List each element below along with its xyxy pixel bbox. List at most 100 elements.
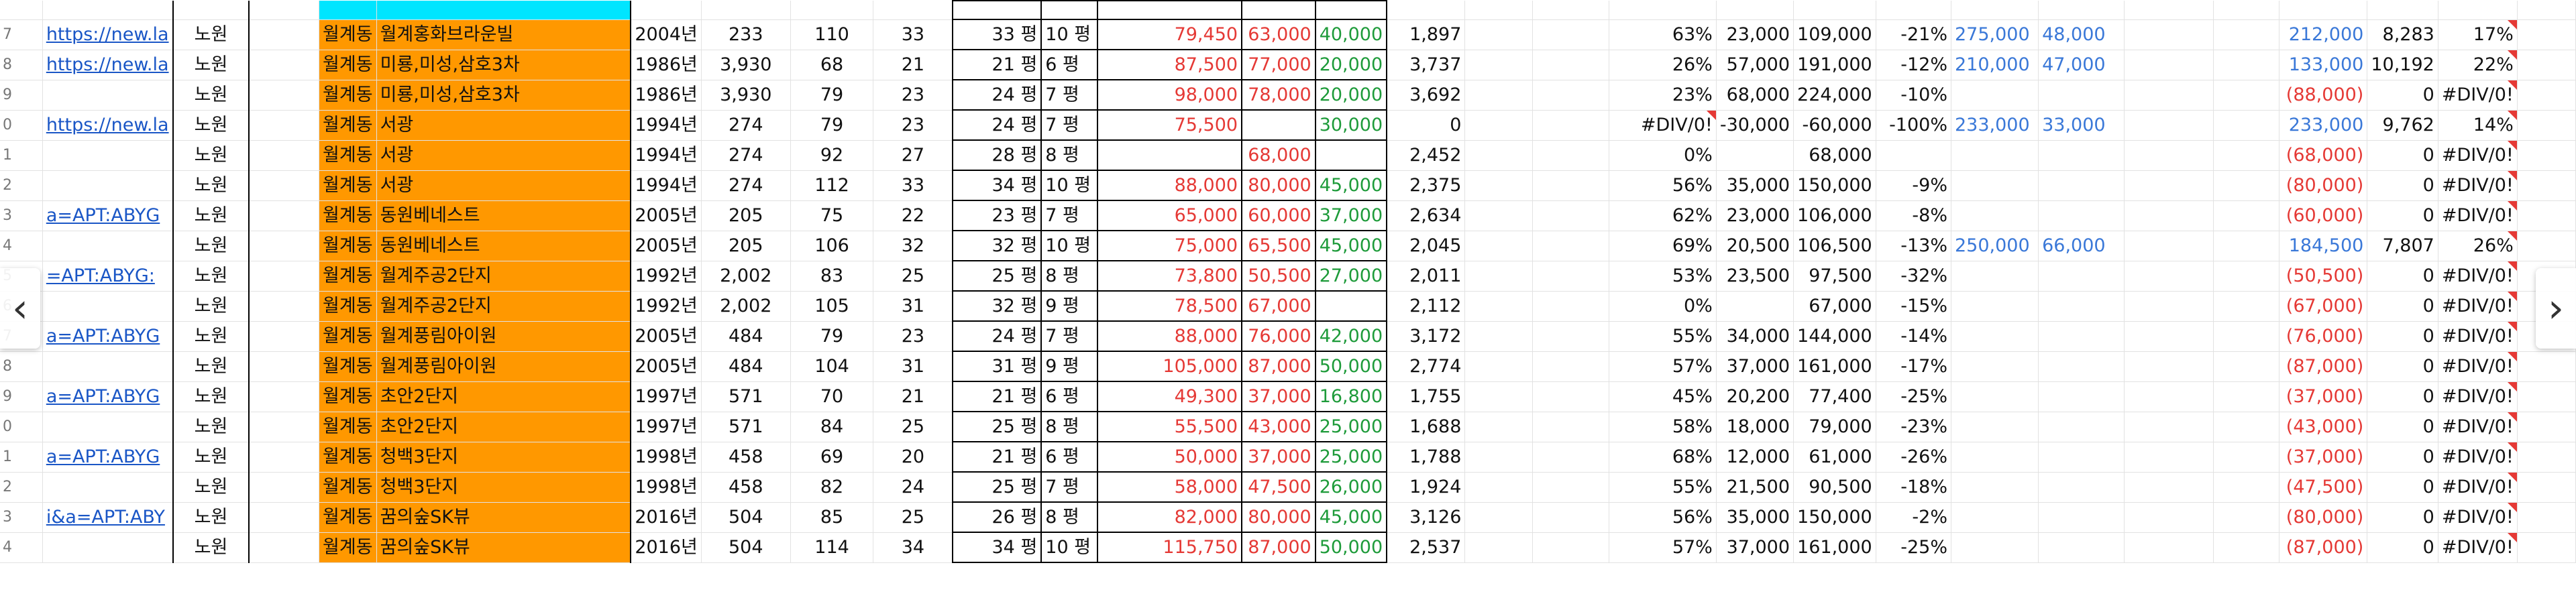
pyeong-diff-cell[interactable]: 8 평 xyxy=(1040,501,1098,533)
blue-value-cell[interactable] xyxy=(1951,351,2039,382)
yield-cell[interactable]: #DIV/0! xyxy=(2438,291,2518,322)
change-rate-cell[interactable]: -32% xyxy=(1876,261,1952,292)
empty-cell[interactable] xyxy=(1532,381,1609,412)
households-cell[interactable]: 205 xyxy=(701,231,791,261)
row-number[interactable]: 0 xyxy=(0,412,43,442)
year-built-cell[interactable]: 2005년 xyxy=(630,231,702,261)
year-built-cell[interactable]: 1998년 xyxy=(630,442,702,473)
households-cell[interactable]: 3,930 xyxy=(701,80,791,111)
pyeong-diff-cell[interactable]: 7 평 xyxy=(1040,200,1098,231)
empty-cell[interactable] xyxy=(2213,80,2279,111)
price-per-pyeong-cell[interactable]: 2,452 xyxy=(1387,140,1466,171)
price-per-pyeong-cell[interactable]: 3,126 xyxy=(1387,502,1466,533)
balance-cell[interactable]: (68,000) xyxy=(2279,140,2368,171)
blue-value2-cell[interactable] xyxy=(2038,140,2125,171)
blue-value2-cell[interactable] xyxy=(2038,412,2125,442)
empty-cell[interactable] xyxy=(2213,472,2279,503)
district-cell[interactable]: 노원 xyxy=(172,231,250,261)
sale-price-cell[interactable]: 73,800 xyxy=(1096,260,1243,292)
row-number[interactable]: 4 xyxy=(0,231,43,261)
low-price-cell[interactable]: 65,500 xyxy=(1241,230,1316,261)
yield-cell[interactable]: #DIV/0! xyxy=(2438,261,2518,292)
pyeong-cell[interactable]: 25 평 xyxy=(952,411,1042,442)
pyeong-diff-cell[interactable]: 6 평 xyxy=(1040,441,1098,473)
gap-cell[interactable] xyxy=(1716,291,1794,322)
price-per-pyeong-cell[interactable]: 3,737 xyxy=(1387,50,1466,80)
total-cell[interactable]: 106,500 xyxy=(1793,231,1876,261)
jeonse-price-cell[interactable] xyxy=(1314,0,1388,20)
empty-cell[interactable] xyxy=(2213,412,2279,442)
apartment-name-cell[interactable]: 꿈의숲SK뷰 xyxy=(376,502,631,533)
row-number[interactable] xyxy=(0,1,43,20)
pyeong-cell[interactable]: 24 평 xyxy=(952,79,1042,111)
link-cell[interactable] xyxy=(42,231,174,261)
balance-cell[interactable]: 184,500 xyxy=(2279,231,2368,261)
jeonse-price-cell[interactable]: 27,000 xyxy=(1314,260,1388,292)
size-sqm-cell[interactable]: 106 xyxy=(790,231,874,261)
sale-price-cell[interactable] xyxy=(1096,0,1243,20)
pyeong-diff-cell[interactable]: 6 평 xyxy=(1040,381,1098,412)
empty-cell[interactable] xyxy=(1532,231,1609,261)
dong-cell[interactable]: 월계동 xyxy=(319,50,377,80)
low-price-cell[interactable] xyxy=(1241,0,1316,20)
gap-cell[interactable]: 20,500 xyxy=(1716,231,1794,261)
empty-cell[interactable] xyxy=(1464,19,1533,50)
dong-cell[interactable]: 월계동 xyxy=(319,321,377,352)
blue-value-cell[interactable] xyxy=(1951,261,2039,292)
empty-cell[interactable] xyxy=(1532,200,1609,231)
pyeong-cell[interactable]: 23 평 xyxy=(952,200,1042,231)
apartment-name-cell[interactable] xyxy=(376,1,631,20)
empty-cell[interactable] xyxy=(2124,200,2214,231)
households-cell[interactable]: 274 xyxy=(701,110,791,141)
empty-cell[interactable] xyxy=(1532,80,1609,111)
apartment-name-cell[interactable]: 서광 xyxy=(376,170,631,201)
pyeong-cell[interactable]: 28 평 xyxy=(952,139,1042,171)
jeonse-price-cell[interactable]: 25,000 xyxy=(1314,441,1388,473)
empty-cell[interactable] xyxy=(2213,351,2279,382)
empty-cell[interactable] xyxy=(1464,472,1533,503)
empty-cell[interactable] xyxy=(2213,1,2279,20)
sale-price-cell[interactable]: 79,450 xyxy=(1096,19,1243,50)
price-per-pyeong-cell[interactable]: 2,375 xyxy=(1387,170,1466,201)
empty-cell[interactable] xyxy=(2124,472,2214,503)
supply-pyeong-cell[interactable]: 21 xyxy=(873,381,953,412)
blue-value2-cell[interactable] xyxy=(2038,532,2125,563)
apartment-name-cell[interactable]: 청백3단지 xyxy=(376,442,631,473)
yield-cell[interactable]: #DIV/0! xyxy=(2438,321,2518,352)
pyeong-diff-cell[interactable]: 10 평 xyxy=(1040,532,1098,563)
district-cell[interactable]: 노원 xyxy=(172,110,250,141)
link-cell[interactable] xyxy=(42,140,174,171)
empty-cell[interactable] xyxy=(248,381,320,412)
empty-cell[interactable] xyxy=(1464,502,1533,533)
empty-cell[interactable] xyxy=(2124,351,2214,382)
dong-cell[interactable] xyxy=(319,1,377,20)
year-built-cell[interactable]: 2005년 xyxy=(630,321,702,352)
households-cell[interactable]: 274 xyxy=(701,170,791,201)
district-cell[interactable] xyxy=(172,1,250,20)
monthly-cell[interactable]: 0 xyxy=(2367,321,2438,352)
empty-cell[interactable] xyxy=(248,321,320,352)
pyeong-cell[interactable] xyxy=(952,0,1042,20)
pyeong-cell[interactable]: 26 평 xyxy=(952,501,1042,533)
low-price-cell[interactable] xyxy=(1241,109,1316,141)
jeonse-price-cell[interactable]: 45,000 xyxy=(1314,501,1388,533)
empty-cell[interactable] xyxy=(248,1,320,20)
balance-cell[interactable]: (87,000) xyxy=(2279,532,2368,563)
pyeong-cell[interactable]: 32 평 xyxy=(952,290,1042,322)
empty-cell[interactable] xyxy=(2213,140,2279,171)
sale-price-cell[interactable]: 82,000 xyxy=(1096,501,1243,533)
year-built-cell[interactable]: 1994년 xyxy=(630,170,702,201)
blue-value2-cell[interactable] xyxy=(2038,261,2125,292)
district-cell[interactable]: 노원 xyxy=(172,50,250,80)
empty-cell[interactable] xyxy=(1464,532,1533,563)
size-sqm-cell[interactable]: 75 xyxy=(790,200,874,231)
price-per-pyeong-cell[interactable]: 3,172 xyxy=(1387,321,1466,352)
empty-cell[interactable] xyxy=(2124,442,2214,473)
pyeong-diff-cell[interactable]: 8 평 xyxy=(1040,139,1098,171)
empty-cell[interactable] xyxy=(2213,231,2279,261)
monthly-cell[interactable]: 0 xyxy=(2367,381,2438,412)
change-rate-cell[interactable]: -25% xyxy=(1876,381,1952,412)
total-cell[interactable]: 161,000 xyxy=(1793,532,1876,563)
monthly-cell[interactable]: 0 xyxy=(2367,532,2438,563)
blue-value-cell[interactable] xyxy=(1951,1,2039,20)
